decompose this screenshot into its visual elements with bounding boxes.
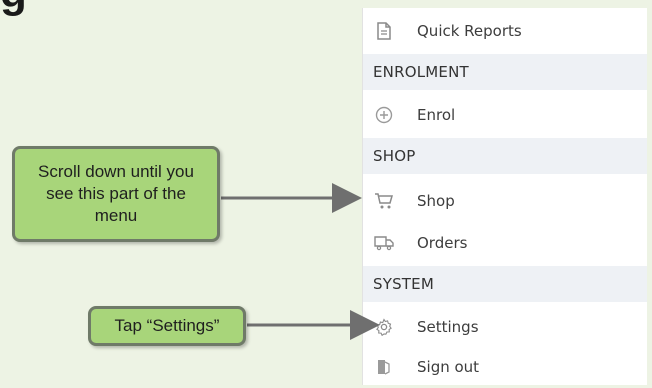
callout-scroll-instruction: Scroll down until you see this part of t… xyxy=(12,146,220,242)
callout-tap-settings: Tap “Settings” xyxy=(88,306,246,346)
